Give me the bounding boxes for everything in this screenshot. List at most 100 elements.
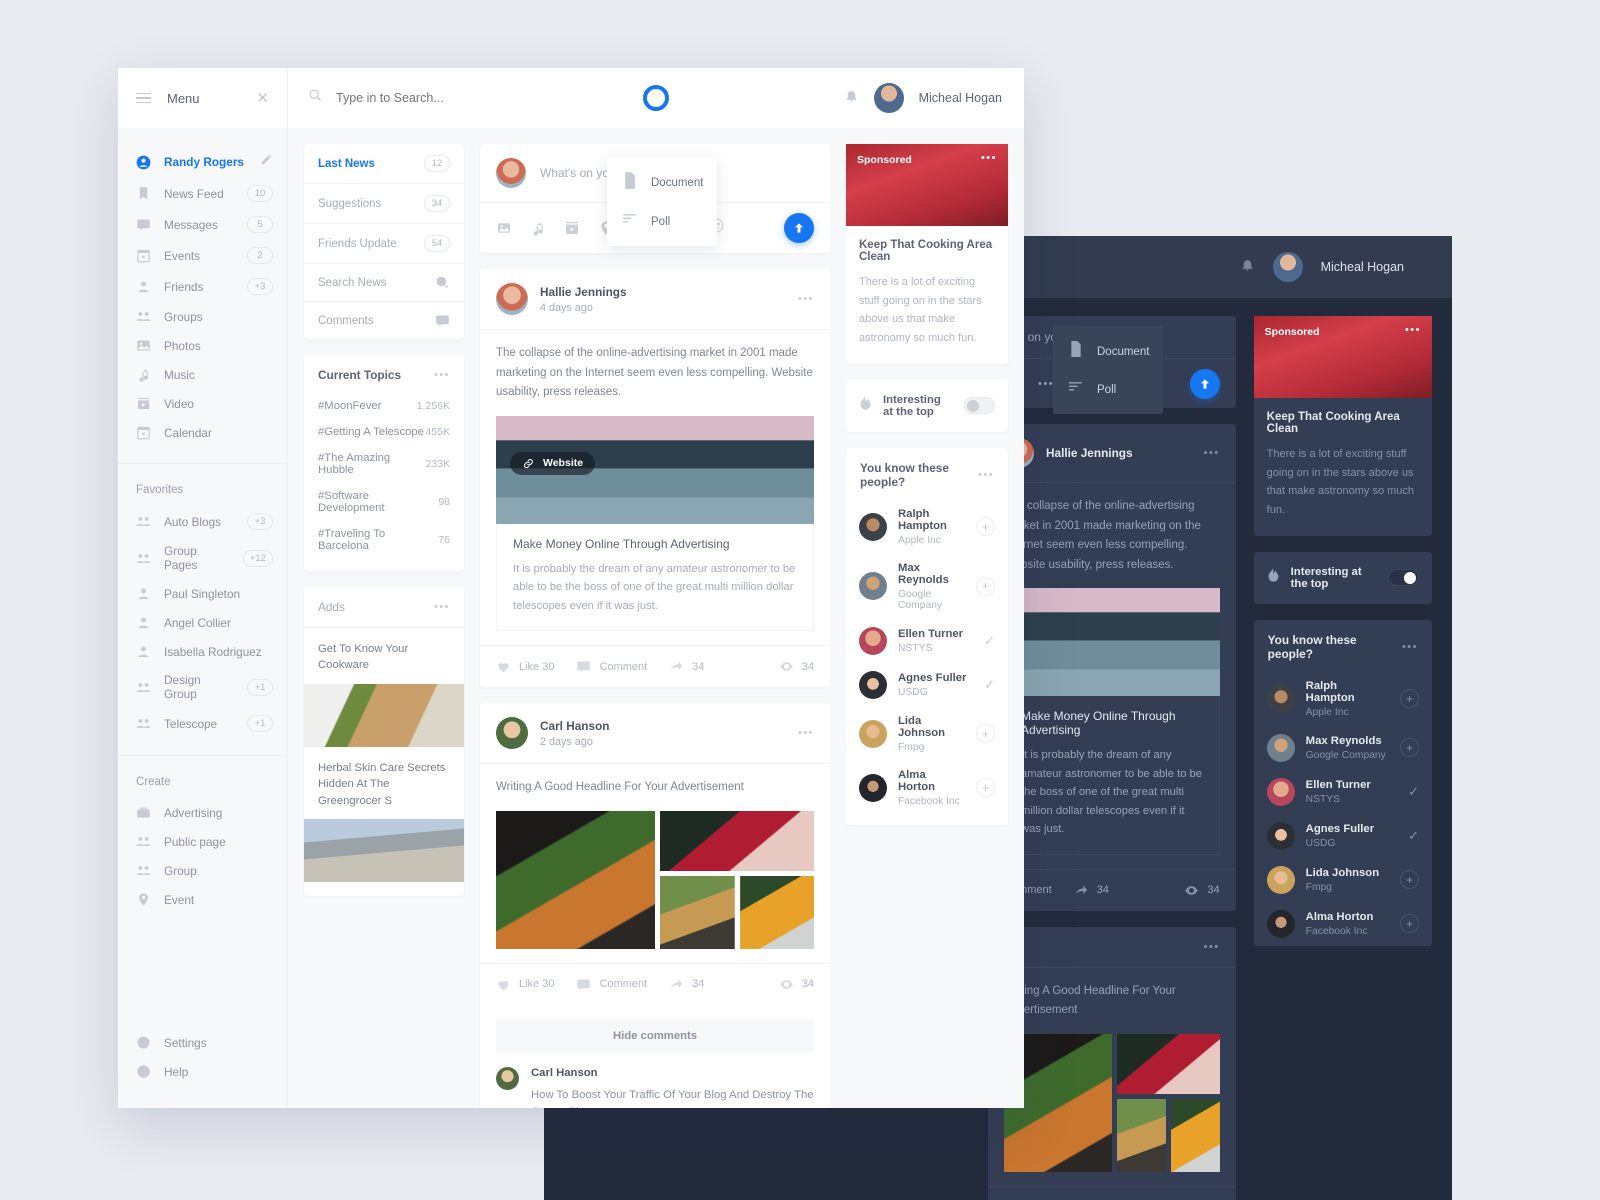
add-person-button[interactable]: + [976,517,995,537]
gallery-image[interactable] [1116,1098,1166,1172]
avatar[interactable] [496,717,528,750]
photo-icon[interactable] [496,220,512,236]
avatar[interactable] [496,283,528,315]
person-item[interactable]: Lida Johnson Fmpg + [846,707,1008,761]
add-person-button[interactable]: + [976,724,995,744]
sidebar-item-profile[interactable]: Randy Rogers [118,146,287,178]
sidebar-item-music[interactable]: Music [118,360,287,389]
sidebar-item-group[interactable]: Group [118,856,287,885]
avatar[interactable] [496,1066,519,1090]
add-item[interactable]: Get To Know Your Cookware [304,628,464,747]
sidebar-item-video[interactable]: Video [118,389,287,418]
more-icon[interactable]: ••• [434,601,450,613]
person-item[interactable]: Agnes Fuller USDG ✓ [846,663,1008,707]
add-person-button[interactable]: + [1400,689,1419,709]
link-title[interactable]: Make Money Online Through Advertising [1021,709,1203,737]
check-icon[interactable]: ✓ [984,633,995,648]
person-item[interactable]: Ellen Turner NSTYS ✓ [846,619,1008,663]
avatar[interactable] [1266,865,1295,894]
person-action[interactable]: ✓ [984,632,995,650]
more-icon[interactable]: ••• [798,727,814,739]
person-item[interactable]: Ralph Hampton Apple Inc + [846,500,1008,554]
add-person-button[interactable]: + [1400,914,1419,934]
search-input[interactable] [336,91,546,105]
send-button[interactable] [784,213,814,243]
filter-last-news[interactable]: Last News 12 [304,144,464,184]
comment-action[interactable]: Comment [576,977,647,992]
add-person-button[interactable]: + [976,778,995,798]
sidebar-item-isabella-rodriguez[interactable]: Isabella Rodriguez [118,637,287,666]
avatar[interactable] [873,83,904,113]
person-action[interactable]: + [976,576,995,596]
avatar[interactable] [1266,777,1295,806]
add-item[interactable]: Herbal Skin Care Secrets Hidden At The G… [304,747,464,882]
avatar[interactable] [496,158,526,188]
notifications-icon[interactable] [844,88,859,108]
gallery-image[interactable] [660,810,814,871]
interesting-toggle[interactable] [1388,569,1419,587]
sidebar-item-messages[interactable]: Messages 5 [118,209,287,240]
interesting-toggle[interactable] [964,397,995,415]
person-item[interactable]: Alma Horton Facebook Inc + [1254,902,1432,946]
sidebar-item-help[interactable]: Help [118,1057,287,1086]
like-action[interactable]: Like 30 [496,977,554,992]
send-icon[interactable] [1189,369,1220,399]
notifications-icon[interactable] [1240,257,1255,277]
check-icon[interactable]: ✓ [1408,784,1419,799]
avatar[interactable] [1272,252,1303,282]
sidebar-item-events[interactable]: Events 2 [118,240,287,271]
close-icon[interactable]: ✕ [256,91,269,106]
sidebar-item-public-page[interactable]: Public page [118,827,287,856]
sponsored-title[interactable]: Keep That Cooking Area Clean [859,239,995,263]
sidebar-item-friends[interactable]: Friends +3 [118,271,287,302]
person-action[interactable]: ✓ [984,676,995,694]
person-action[interactable]: + [976,724,995,744]
filter-comments[interactable]: Comments [304,302,464,339]
avatar[interactable] [859,670,887,699]
avatar[interactable] [1266,684,1295,713]
post-image[interactable]: Website [496,415,814,524]
person-item[interactable]: Max Reynolds Google Company + [1254,726,1432,770]
sidebar-item-paul-singleton[interactable]: Paul Singleton [118,579,287,608]
gallery-image[interactable] [1116,1033,1220,1094]
like-action[interactable]: Like 30 [496,659,554,674]
sidebar-item-auto-blogs[interactable]: Auto Blogs +3 [118,506,287,537]
avatar[interactable] [1266,909,1295,938]
more-icon[interactable]: ••• [798,293,814,305]
person-item[interactable]: Lida Johnson Fmpg + [1254,858,1432,902]
topic-item[interactable]: #Software Development 98 [304,483,464,521]
post-author[interactable]: Carl Hanson [540,719,610,733]
search-box[interactable] [308,88,546,108]
avatar[interactable] [1266,821,1295,850]
more-icon[interactable]: ••• [1204,941,1220,953]
more-icon[interactable]: ••• [1038,378,1054,390]
add-person-button[interactable]: + [1400,870,1419,890]
sidebar-item-groups[interactable]: Groups [118,302,287,331]
avatar[interactable] [859,773,887,802]
sidebar-item-settings[interactable]: Settings [118,1028,287,1057]
link-preview[interactable]: Make Money Online Through Advertising It… [496,523,814,632]
person-action[interactable]: + [1400,689,1419,709]
person-item[interactable]: Agnes Fuller USDG ✓ [1254,814,1432,858]
dropdown-item-poll[interactable]: Poll [1053,371,1163,408]
hide-comments-button[interactable]: Hide comments [496,1018,814,1053]
avatar[interactable] [859,512,887,541]
app-logo[interactable] [643,85,669,111]
sidebar-item-angel-collier[interactable]: Angel Collier [118,608,287,637]
avatar[interactable] [859,626,887,655]
gallery-image[interactable] [1170,1098,1220,1172]
check-icon[interactable]: ✓ [1408,828,1419,843]
sidebar-item-photos[interactable]: Photos [118,331,287,360]
check-icon[interactable]: ✓ [984,677,995,692]
avatar[interactable] [859,719,887,748]
more-icon[interactable]: ••• [434,369,450,381]
avatar[interactable] [859,572,887,601]
post-image[interactable] [1004,588,1220,697]
add-image[interactable] [304,818,464,882]
person-item[interactable]: Ralph Hampton Apple Inc + [1254,672,1432,726]
dropdown-item-poll[interactable]: Poll [607,203,717,240]
more-icon[interactable]: ••• [1405,324,1421,336]
gallery-image[interactable] [496,810,655,949]
share-action[interactable]: 34 [1074,883,1109,898]
more-icon[interactable]: ••• [978,469,994,481]
